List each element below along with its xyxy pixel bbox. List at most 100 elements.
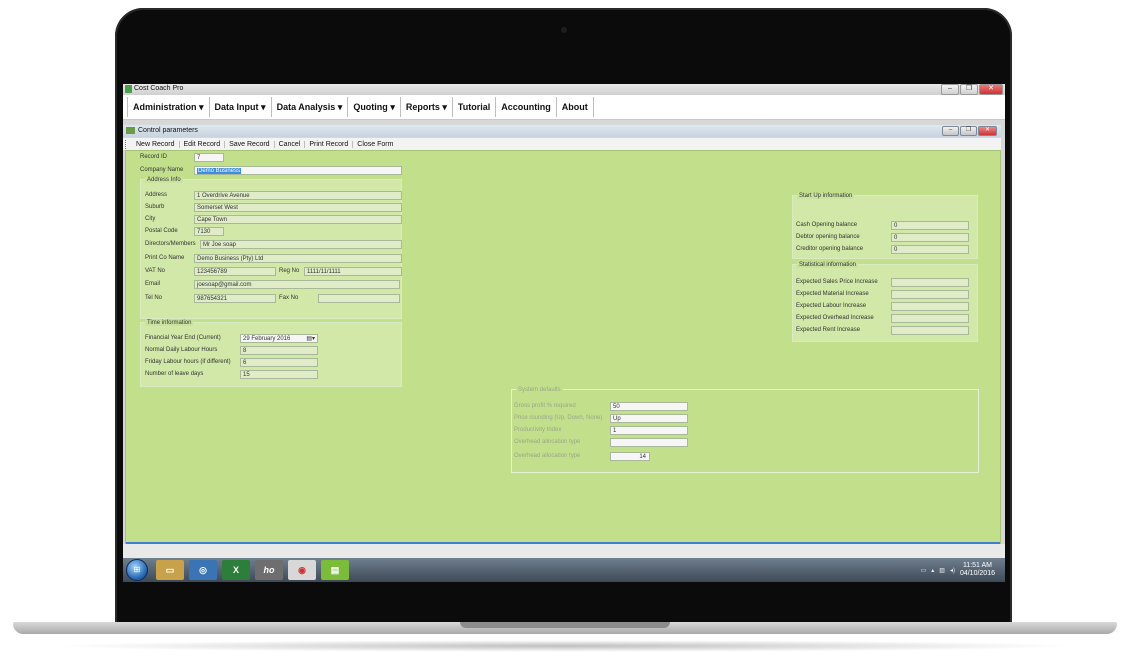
child-close-icon[interactable]: ✕	[978, 126, 997, 136]
city-label: City	[145, 216, 156, 222]
tel-no-field[interactable]: 987654321	[194, 294, 276, 303]
calendar-icon[interactable]: ▤▾	[306, 335, 315, 342]
directors-field[interactable]: Mr Joe soap	[200, 240, 402, 249]
laptop-shadow	[50, 640, 1080, 652]
menu-data-analysis[interactable]: Data Analysis ▾	[272, 97, 349, 117]
address-field[interactable]: 1 Overdrive Avenue	[194, 191, 402, 200]
fin-year-end-label: Financial Year End (Current)	[145, 335, 221, 341]
toolbar-grip[interactable]	[125, 139, 129, 149]
save-record-button[interactable]: Save Record	[225, 140, 275, 148]
debtor-opening-field[interactable]: 0	[891, 233, 969, 242]
camera	[561, 27, 567, 33]
reg-no-field[interactable]: 1111/11/1111	[304, 267, 402, 276]
network-icon[interactable]: ▥	[939, 567, 945, 574]
creditor-opening-field[interactable]: 0	[891, 245, 969, 254]
company-name-value: Demo Business	[197, 168, 242, 174]
status-strip	[123, 544, 1005, 558]
material-label: Expected Material Increase	[796, 291, 869, 297]
overhead-field[interactable]	[891, 314, 969, 323]
suburb-label: Suburb	[145, 204, 165, 210]
daily-hours-field[interactable]: 8	[240, 346, 318, 355]
print-co-name-label: Print Co Name	[145, 255, 185, 261]
menu-reports[interactable]: Reports ▾	[401, 97, 453, 117]
ho-app-icon[interactable]: ho	[255, 560, 283, 580]
menu-about[interactable]: About	[557, 97, 594, 117]
menu-tutorial[interactable]: Tutorial	[453, 97, 497, 117]
leave-days-field[interactable]: 15	[240, 370, 318, 379]
taskbar: ⊞ ▭ ◎ X ho ◉ ▤ ▭ ▴ ▥ ◂) 11:51 AM 04/10/2…	[123, 558, 1005, 582]
overhead-label: Expected Overhead Increase	[796, 315, 874, 321]
system-tray: ▭ ▴ ▥ ◂) 11:51 AM 04/10/2016	[921, 560, 995, 580]
labour-field[interactable]	[891, 302, 969, 311]
debtor-opening-label: Debtor opening balance	[796, 234, 860, 240]
child-minimize-icon[interactable]: –	[942, 126, 959, 136]
material-field[interactable]	[891, 290, 969, 299]
child-window-title: Control parameters	[138, 127, 198, 134]
menu-quoting[interactable]: Quoting ▾	[348, 97, 401, 117]
child-window-controls: – ❐ ✕	[942, 126, 997, 136]
record-id-field[interactable]: 7	[194, 153, 224, 162]
windows-start-icon[interactable]: ⊞	[126, 559, 148, 581]
child-window-titlebar: Control parameters – ❐ ✕	[123, 125, 1001, 137]
productivity-field[interactable]: 1	[610, 426, 688, 435]
city-field[interactable]: Cape Town	[194, 215, 402, 224]
time-info-title: Time information	[145, 320, 194, 326]
reg-no-label: Reg No	[279, 268, 300, 274]
fax-no-label: Fax No	[279, 295, 299, 301]
vat-no-field[interactable]: 123456789	[194, 267, 276, 276]
startup-info-title: Start Up information	[797, 193, 855, 199]
browser-icon[interactable]: ◎	[189, 560, 217, 580]
overhead-type-field-2[interactable]: 14	[610, 452, 650, 461]
file-explorer-icon[interactable]: ▭	[156, 560, 184, 580]
address-label: Address	[145, 192, 168, 198]
fax-no-field[interactable]	[318, 294, 400, 303]
minimize-icon[interactable]: –	[941, 84, 959, 95]
sales-price-field[interactable]	[891, 278, 969, 287]
price-rounding-label: Price rounding (Up, Down, None)	[514, 415, 603, 421]
cash-opening-field[interactable]: 0	[891, 221, 969, 230]
app-titlebar: Cost Coach Pro – ❐ ✕	[123, 84, 1005, 95]
postal-code-label: Postal Code	[145, 228, 178, 234]
new-record-button[interactable]: New Record	[132, 140, 180, 148]
child-restore-icon[interactable]: ❐	[960, 126, 977, 136]
email-field[interactable]: joesoap@gmail.com	[194, 280, 400, 289]
company-name-label: Company Name	[140, 167, 184, 173]
restore-icon[interactable]: ❐	[960, 84, 978, 95]
menu-administration[interactable]: Administration ▾	[127, 97, 210, 117]
cost-coach-taskbar-icon[interactable]: ▤	[321, 560, 349, 580]
keyboard-icon[interactable]: ▭	[921, 567, 927, 574]
screen: Cost Coach Pro – ❐ ✕ Administration ▾ Da…	[123, 84, 1005, 582]
overhead-type-label-2: Overhead allocation type	[514, 453, 581, 459]
menu-accounting[interactable]: Accounting	[496, 97, 557, 117]
print-record-button[interactable]: Print Record	[305, 140, 354, 148]
company-name-field[interactable]: Demo Business	[194, 166, 402, 175]
fin-year-end-value: 29 February 2016	[243, 336, 291, 342]
clock[interactable]: 11:51 AM 04/10/2016	[960, 562, 995, 578]
form-area: Record ID 7 Company Name Demo Business A…	[125, 150, 1001, 546]
menu-data-input[interactable]: Data Input ▾	[210, 97, 272, 117]
fin-year-end-picker[interactable]: 29 February 2016 ▤▾	[240, 334, 318, 343]
chrome-icon[interactable]: ◉	[288, 560, 316, 580]
close-icon[interactable]: ✕	[979, 84, 1003, 95]
suburb-field[interactable]: Somerset West	[194, 203, 402, 212]
system-defaults-title: System defaults	[516, 387, 563, 393]
tray-expand-icon[interactable]: ▴	[931, 567, 934, 574]
overhead-type-label-1: Overhead allocation type	[514, 439, 581, 445]
excel-icon[interactable]: X	[222, 560, 250, 580]
price-rounding-field[interactable]: Up	[610, 414, 688, 423]
overhead-type-field-1[interactable]	[610, 438, 688, 447]
volume-icon[interactable]: ◂)	[950, 567, 955, 574]
rent-field[interactable]	[891, 326, 969, 335]
edit-record-button[interactable]: Edit Record	[180, 140, 226, 148]
postal-code-field[interactable]: 7130	[194, 227, 224, 236]
statistical-info-title: Statistical information	[797, 262, 859, 268]
print-co-name-field[interactable]: Demo Business (Pty) Ltd	[194, 254, 402, 263]
friday-hours-field[interactable]: 6	[240, 358, 318, 367]
directors-label: Directors/Members	[145, 241, 196, 247]
cancel-button[interactable]: Cancel	[275, 140, 306, 148]
clock-date: 04/10/2016	[959, 570, 995, 577]
labour-label: Expected Labour Increase	[796, 303, 867, 309]
creditor-opening-label: Creditor opening balance	[796, 246, 864, 252]
gross-profit-field[interactable]: 50	[610, 402, 688, 411]
close-form-button[interactable]: Close Form	[353, 141, 397, 148]
